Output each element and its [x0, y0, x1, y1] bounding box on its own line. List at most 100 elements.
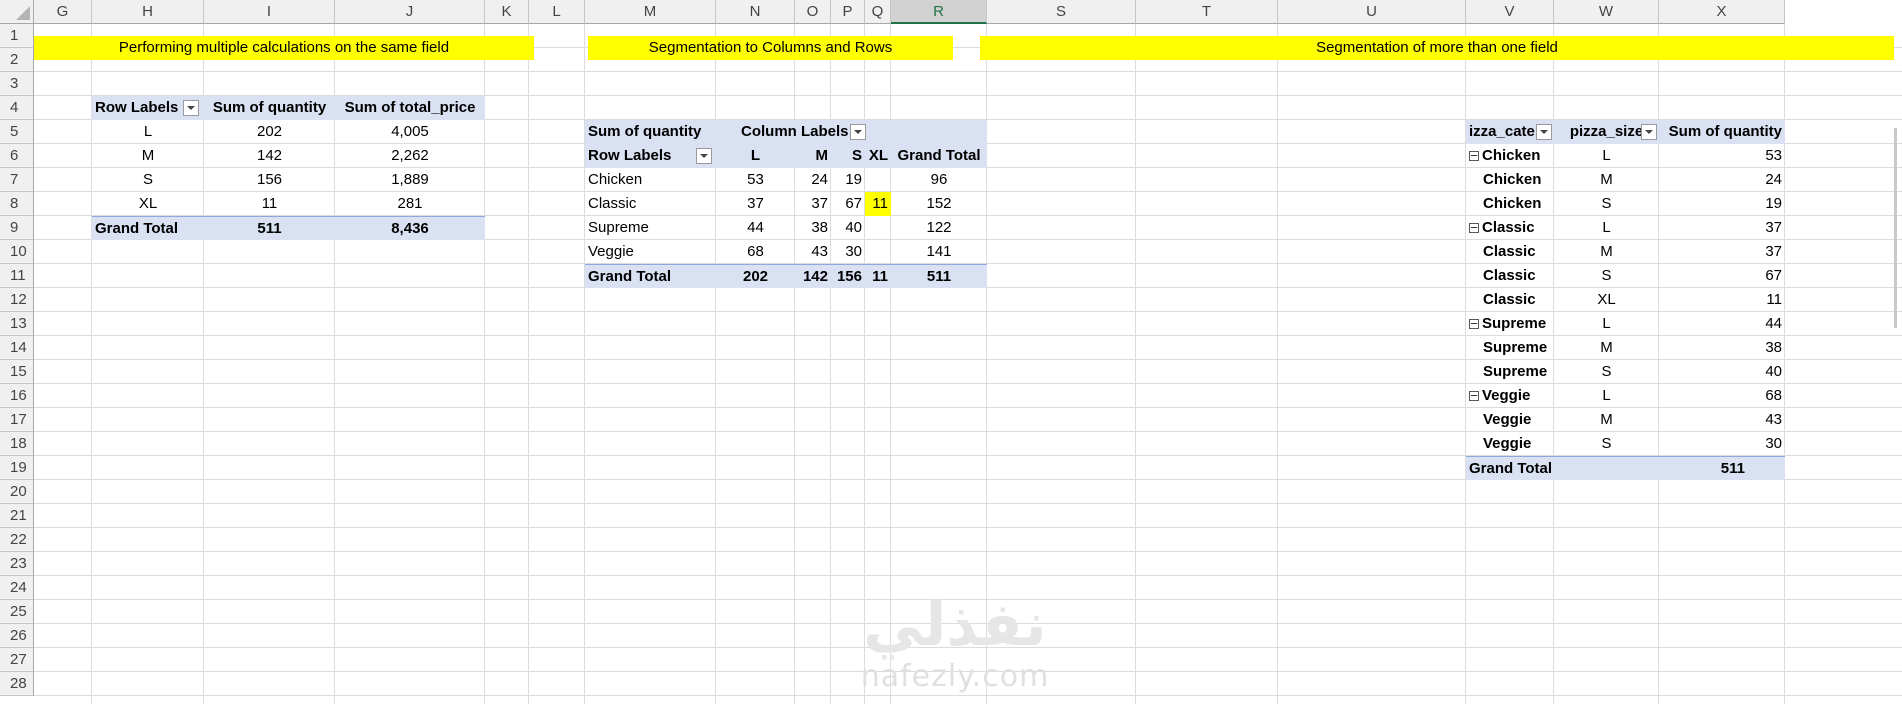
pivot2-grand-total[interactable]: 156: [831, 264, 865, 288]
pivot3-size[interactable]: L: [1554, 384, 1659, 408]
pivot1-cell[interactable]: L: [92, 120, 204, 144]
pivot2-corner-label[interactable]: Sum of quantity: [585, 120, 716, 144]
pivot2-col-header-grand-total[interactable]: Grand Total: [891, 144, 987, 168]
row-header-14[interactable]: 14: [0, 336, 34, 360]
row-header-16[interactable]: 16: [0, 384, 34, 408]
spreadsheet-grid[interactable]: GHIJKLMNOPQRSTUVWX 1 2 3 4 5 6 7 8 9 10 11 12 13 14 15…: [0, 0, 1902, 704]
pivot3-category-group[interactable]: Supreme: [1466, 312, 1554, 336]
pivot2-col-header-l[interactable]: L: [716, 144, 795, 168]
pivot1-cell[interactable]: 202: [204, 120, 335, 144]
pivot3-size[interactable]: S: [1554, 192, 1659, 216]
column-header-g[interactable]: G: [34, 0, 92, 24]
pivot3-quantity[interactable]: 30: [1659, 432, 1785, 456]
pivot2-grand-total[interactable]: 142: [795, 264, 831, 288]
column-header-t[interactable]: T: [1136, 0, 1278, 24]
pivot3-grand-total-label[interactable]: Grand Total: [1466, 456, 1554, 480]
column-header-s[interactable]: S: [987, 0, 1136, 24]
pivot2-row-labels[interactable]: Row Labels: [585, 144, 716, 168]
row-header-11[interactable]: 11: [0, 264, 34, 288]
pivot2-cell[interactable]: 37: [795, 192, 831, 216]
pivot3-size[interactable]: XL: [1554, 288, 1659, 312]
pivot2-cell[interactable]: 96: [891, 168, 987, 192]
row-header-21[interactable]: 21: [0, 504, 34, 528]
pivot2-cell[interactable]: [865, 216, 891, 240]
pivot2-highlighted-cell[interactable]: 11: [865, 192, 891, 216]
pivot2-row-label[interactable]: Veggie: [585, 240, 716, 264]
row-filter-dropdown-icon[interactable]: [696, 148, 712, 164]
pivot2-col-header-m[interactable]: M: [795, 144, 831, 168]
pivot1-cell[interactable]: XL: [92, 192, 204, 216]
pivot2-cell[interactable]: 68: [716, 240, 795, 264]
pivot3-category-item[interactable]: Classic: [1466, 288, 1554, 312]
pivot1-cell[interactable]: 2,262: [335, 144, 485, 168]
pivot3-size[interactable]: S: [1554, 432, 1659, 456]
column-header-o[interactable]: O: [795, 0, 831, 24]
pivot2-row-label[interactable]: Supreme: [585, 216, 716, 240]
row-header-19[interactable]: 19: [0, 456, 34, 480]
pivot1-grand-total[interactable]: Grand Total: [92, 216, 204, 240]
row-header-20[interactable]: 20: [0, 480, 34, 504]
pivot3-header-1[interactable]: izza_cate: [1466, 120, 1554, 144]
pivot1-cell[interactable]: 142: [204, 144, 335, 168]
pivot2-column-labels[interactable]: Column Labels: [716, 120, 987, 144]
pivot2-cell[interactable]: 38: [795, 216, 831, 240]
column-header-q[interactable]: Q: [865, 0, 891, 24]
pivot3-size[interactable]: L: [1554, 312, 1659, 336]
pivot1-header-2[interactable]: Sum of quantity: [204, 96, 335, 120]
pivot3-category-item[interactable]: Supreme: [1466, 360, 1554, 384]
pivot3-size[interactable]: L: [1554, 144, 1659, 168]
pivot3-grand-total[interactable]: 511: [1659, 456, 1785, 480]
collapse-minus-icon[interactable]: [1469, 391, 1479, 401]
column-header-w[interactable]: W: [1554, 0, 1659, 24]
pivot3-quantity[interactable]: 37: [1659, 240, 1785, 264]
row-header-26[interactable]: 26: [0, 624, 34, 648]
pivot2-cell[interactable]: 122: [891, 216, 987, 240]
pivot3-size[interactable]: M: [1554, 336, 1659, 360]
row-header-2[interactable]: 2: [0, 48, 34, 72]
pivot3-size[interactable]: M: [1554, 240, 1659, 264]
pivot3-quantity[interactable]: 37: [1659, 216, 1785, 240]
pivot3-category-item[interactable]: Chicken: [1466, 192, 1554, 216]
pivot2-grand-total[interactable]: 202: [716, 264, 795, 288]
row-header-27[interactable]: 27: [0, 648, 34, 672]
pivot3-header-3[interactable]: Sum of quantity: [1659, 120, 1785, 144]
column-header-u[interactable]: U: [1278, 0, 1466, 24]
pivot3-category-item[interactable]: Supreme: [1466, 336, 1554, 360]
pivot1-header-1[interactable]: Row Labels: [92, 96, 204, 120]
pivot3-size[interactable]: L: [1554, 216, 1659, 240]
pivot1-grand-total[interactable]: 511: [204, 216, 335, 240]
pivot3-size[interactable]: S: [1554, 264, 1659, 288]
pivot2-cell[interactable]: 141: [891, 240, 987, 264]
row-header-12[interactable]: 12: [0, 288, 34, 312]
pivot3-size[interactable]: M: [1554, 168, 1659, 192]
pivot2-cell[interactable]: 37: [716, 192, 795, 216]
row-header-23[interactable]: 23: [0, 552, 34, 576]
pivot1-cell[interactable]: S: [92, 168, 204, 192]
pivot3-category-item[interactable]: Veggie: [1466, 408, 1554, 432]
pivot1-grand-total[interactable]: 8,436: [335, 216, 485, 240]
row-header-24[interactable]: 24: [0, 576, 34, 600]
column-header-k[interactable]: K: [485, 0, 529, 24]
column-header-j[interactable]: J: [335, 0, 485, 24]
pivot2-col-header-s[interactable]: S: [831, 144, 865, 168]
filter-dropdown-icon[interactable]: [1536, 124, 1552, 140]
pivot2-cell[interactable]: 67: [831, 192, 865, 216]
pivot3-category-group[interactable]: Chicken: [1466, 144, 1554, 168]
pivot3-quantity[interactable]: 43: [1659, 408, 1785, 432]
pivot2-grand-total-label[interactable]: Grand Total: [585, 264, 716, 288]
row-header-15[interactable]: 15: [0, 360, 34, 384]
pivot1-cell[interactable]: 281: [335, 192, 485, 216]
column-header-n[interactable]: N: [716, 0, 795, 24]
column-header-r[interactable]: R: [891, 0, 987, 24]
pivot3-category-item[interactable]: Veggie: [1466, 432, 1554, 456]
row-header-5[interactable]: 5: [0, 120, 34, 144]
collapse-minus-icon[interactable]: [1469, 223, 1479, 233]
pivot3-quantity[interactable]: 40: [1659, 360, 1785, 384]
column-header-h[interactable]: H: [92, 0, 204, 24]
filter-dropdown-icon[interactable]: [1641, 124, 1657, 140]
pivot3-category-item[interactable]: Classic: [1466, 240, 1554, 264]
pivot1-cell[interactable]: 156: [204, 168, 335, 192]
pivot3-quantity[interactable]: 68: [1659, 384, 1785, 408]
column-header-i[interactable]: I: [204, 0, 335, 24]
pivot2-cell[interactable]: 43: [795, 240, 831, 264]
